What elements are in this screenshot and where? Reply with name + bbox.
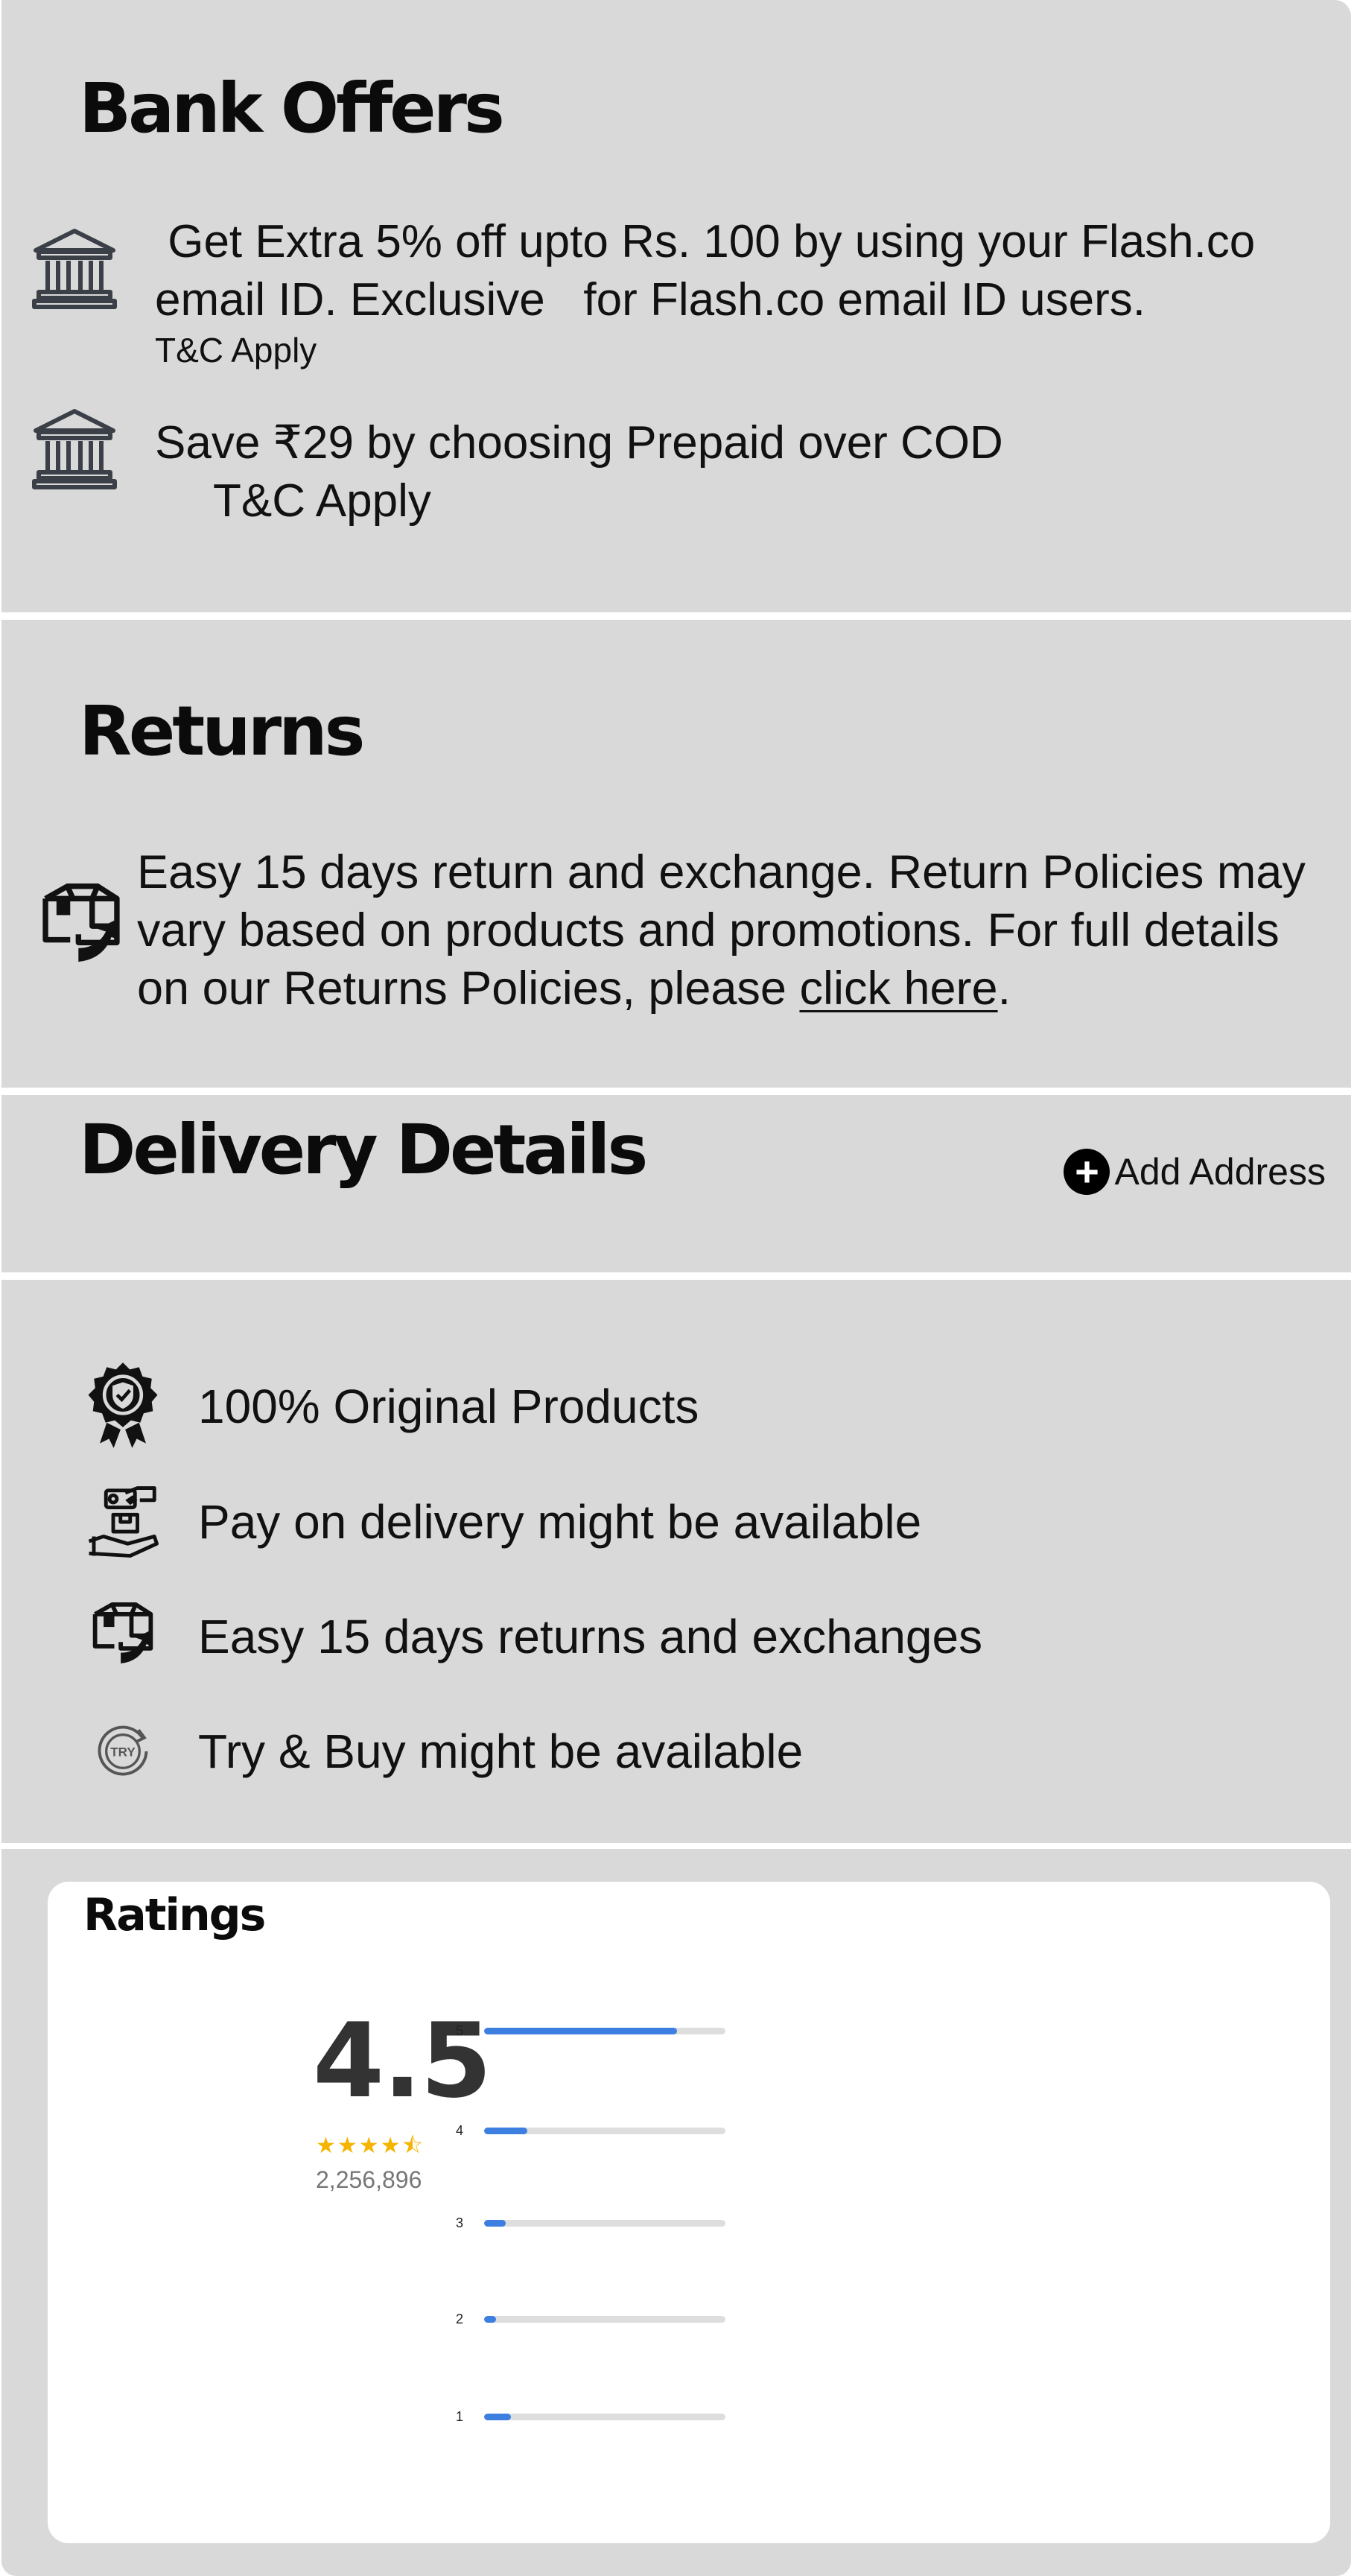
feature-text: 100% Original Products xyxy=(198,1380,699,1433)
return-box-icon xyxy=(82,1596,164,1678)
rating-count: 2,256,896 xyxy=(316,2166,422,2193)
returns-policy-link[interactable]: click here xyxy=(799,962,997,1015)
bank-offer-1-line1: Get Extra 5% off upto Rs. 100 by using y… xyxy=(155,216,1256,267)
rating-bar-row: 4 xyxy=(456,2123,725,2139)
returns-text-end: . xyxy=(997,962,1011,1015)
rating-bar-row: 1 xyxy=(456,2409,725,2425)
bank-offer-2-line1: Save ₹29 by choosing Prepaid over COD xyxy=(155,417,1003,469)
ratings-title: Ratings xyxy=(83,1889,266,1941)
bank-icon xyxy=(32,409,117,489)
rating-bar-label: 1 xyxy=(456,2409,464,2424)
add-address-button[interactable]: + Add Address xyxy=(1064,1149,1326,1195)
feature-item: 100% Original Products xyxy=(82,1362,699,1448)
feature-text: Try & Buy might be available xyxy=(198,1725,804,1778)
average-rating: 4.5 xyxy=(313,2001,492,2121)
ratings-section: Ratings 4.5 ★★★★⯪ 2,256,896 5 4 3 2 1 xyxy=(1,1849,1351,2576)
rating-bar-fill xyxy=(484,2220,506,2227)
rating-bar-fill xyxy=(484,2028,678,2034)
feature-item: Easy 15 days returns and exchanges xyxy=(82,1596,982,1678)
rating-bar-row: 2 xyxy=(456,2312,725,2327)
rating-bar-fill xyxy=(484,2128,528,2134)
returns-description: Easy 15 days return and exchange. Return… xyxy=(137,843,1329,1018)
bank-offers-section: Bank Offers Get Extra 5% off upto Rs. 10… xyxy=(1,0,1351,612)
rating-bar-label: 3 xyxy=(456,2215,464,2230)
bank-offer-1: Get Extra 5% off upto Rs. 100 by using y… xyxy=(155,213,1317,371)
pay-on-delivery-icon xyxy=(82,1481,164,1563)
returns-title: Returns xyxy=(79,691,365,771)
returns-section: Returns Easy 15 days return and exchange… xyxy=(1,620,1351,1088)
rating-bar-fill xyxy=(484,2414,511,2420)
ratings-card: Ratings 4.5 ★★★★⯪ 2,256,896 5 4 3 2 1 xyxy=(48,1882,1330,2543)
rating-bar-track xyxy=(484,2220,725,2227)
try-icon: TRY xyxy=(82,1710,164,1792)
bank-offer-2: Save ₹29 by choosing Prepaid over COD T&… xyxy=(155,414,1317,530)
feature-item: Pay on delivery might be available xyxy=(82,1481,921,1563)
feature-text: Easy 15 days returns and exchanges xyxy=(198,1610,983,1663)
bank-icon xyxy=(32,229,117,309)
svg-text:TRY: TRY xyxy=(110,1745,136,1760)
rating-bar-track xyxy=(484,2414,725,2420)
returns-text: Easy 15 days return and exchange. Return… xyxy=(137,846,1306,1015)
rating-bar-label: 4 xyxy=(456,2123,464,2138)
plus-circle-icon: + xyxy=(1064,1149,1110,1195)
star-rating: ★★★★⯪ xyxy=(316,2134,425,2158)
rating-bar-track xyxy=(484,2128,725,2134)
bank-offer-2-tc[interactable]: T&C Apply xyxy=(155,472,1317,530)
product-features-section: 100% Original Products Pay on delivery m… xyxy=(1,1280,1351,1843)
return-box-icon xyxy=(42,883,120,962)
feature-text: Pay on delivery might be available xyxy=(198,1495,922,1549)
rating-bar-label: 2 xyxy=(456,2312,464,2326)
add-address-label: Add Address xyxy=(1114,1151,1326,1193)
rating-bar-row: 5 xyxy=(456,2023,725,2039)
feature-item: TRY Try & Buy might be available xyxy=(82,1710,803,1792)
bank-offer-1-line2: email ID. Exclusive for Flash.co email I… xyxy=(155,274,1145,326)
rating-bar-label: 5 xyxy=(456,2023,464,2038)
bank-offer-1-tc[interactable]: T&C Apply xyxy=(155,329,1317,371)
rating-bar-fill xyxy=(484,2316,497,2323)
rating-bar-track xyxy=(484,2028,725,2034)
delivery-details-section: Delivery Details + Add Address xyxy=(1,1095,1351,1272)
bank-offers-title: Bank Offers xyxy=(79,69,505,148)
rating-bar-row: 3 xyxy=(456,2215,725,2231)
delivery-details-title: Delivery Details xyxy=(79,1110,648,1190)
rating-bar-track xyxy=(484,2316,725,2323)
original-badge-icon xyxy=(82,1362,164,1448)
